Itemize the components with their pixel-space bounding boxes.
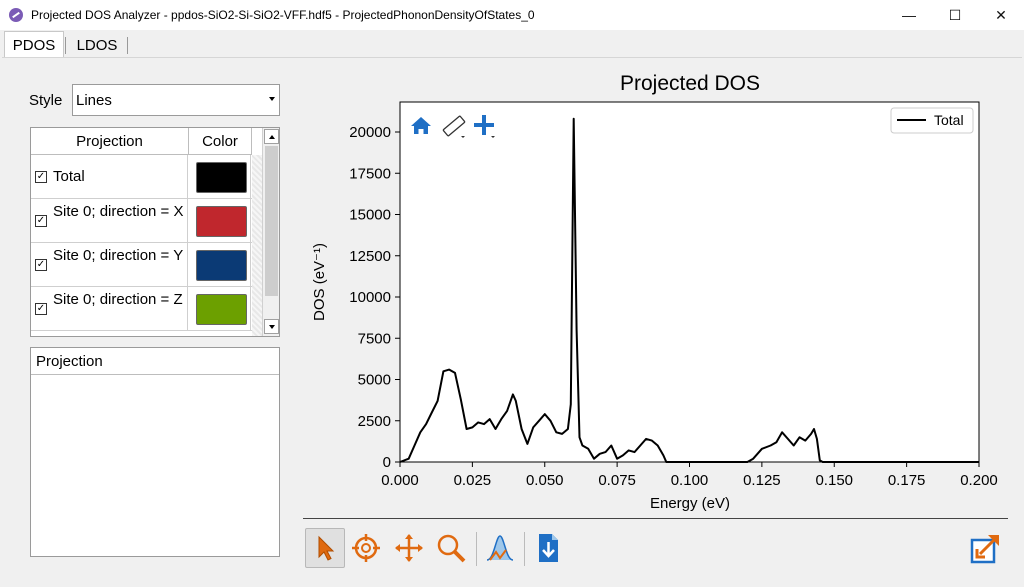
y-tick-label: 2500: [358, 413, 391, 430]
legend: Total: [890, 107, 974, 134]
x-tick-label: 0.000: [381, 472, 419, 489]
target-tool-button[interactable]: [346, 528, 386, 568]
x-tick-label: 0.175: [888, 472, 926, 489]
x-axis-label: Energy (eV): [650, 495, 730, 512]
pan-icon: [395, 534, 423, 562]
x-tick-label: 0.150: [815, 472, 853, 489]
y-tick-label: 15000: [349, 207, 391, 224]
y-axis-label: DOS (eV⁻¹): [311, 243, 328, 321]
toolbar-separator: [476, 532, 477, 566]
peak-icon: [486, 535, 514, 561]
toolbar-separator: [524, 532, 525, 566]
pan-tool-button[interactable]: [389, 528, 429, 568]
export-button[interactable]: [528, 528, 568, 568]
x-tick-label: 0.025: [454, 472, 492, 489]
target-icon: [352, 534, 380, 562]
export-icon: [539, 534, 558, 562]
dos-chart[interactable]: 0.000 0.025 0.050 0.075 0.100 0.125 0.150 0.175…: [0, 0, 1024, 587]
x-tick-label: 0.100: [671, 472, 709, 489]
y-tick-label: 5000: [358, 372, 391, 389]
y-tick-label: 20000: [349, 124, 391, 141]
x-tick-label: 0.200: [960, 472, 998, 489]
y-tick-label: 0: [383, 454, 391, 471]
peak-tool-button[interactable]: [480, 528, 520, 568]
x-tick-label: 0.050: [526, 472, 564, 489]
y-tick-label: 17500: [349, 165, 391, 182]
y-tick-label: 7500: [358, 330, 391, 347]
pointer-icon: [318, 535, 335, 561]
plot-area: [399, 101, 980, 463]
toolbar-divider: [303, 518, 1008, 519]
popout-icon: [970, 534, 1000, 564]
zoom-icon: [437, 534, 466, 563]
y-tick-label: 12500: [349, 248, 391, 265]
popout-button[interactable]: [966, 528, 1006, 568]
x-tick-label: 0.075: [598, 472, 636, 489]
legend-label: Total: [934, 112, 964, 128]
zoom-tool-button[interactable]: [431, 528, 471, 568]
pointer-tool-button[interactable]: [305, 528, 345, 568]
x-tick-label: 0.125: [743, 472, 781, 489]
y-tick-label: 10000: [349, 289, 391, 306]
